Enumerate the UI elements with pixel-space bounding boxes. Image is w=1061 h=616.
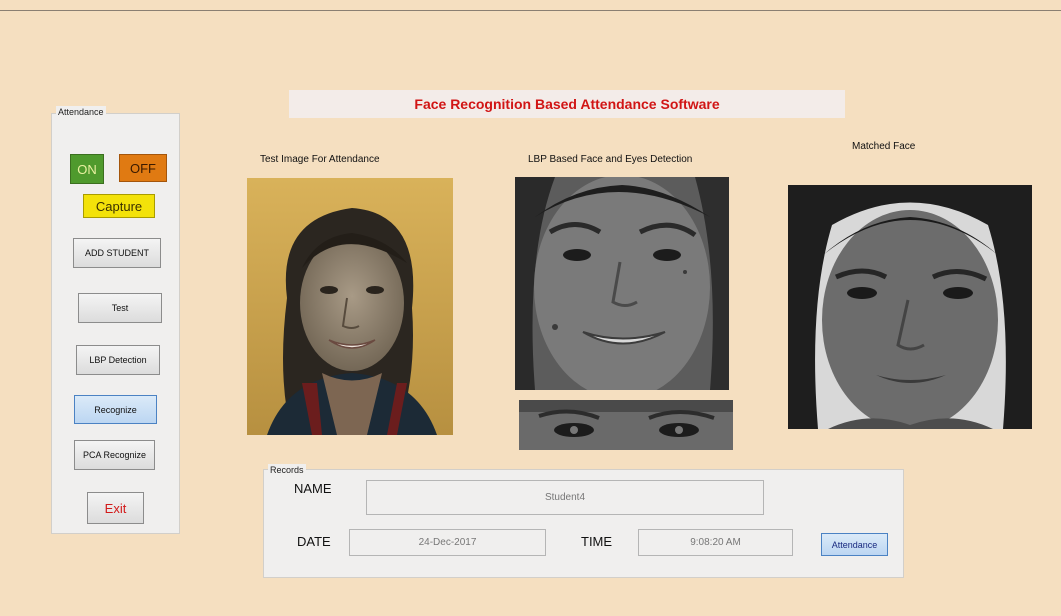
time-label: TIME: [581, 534, 613, 549]
date-field[interactable]: 24-Dec-2017: [349, 529, 546, 556]
test-image-caption: Test Image For Attendance: [260, 154, 380, 165]
window-top-border: [0, 0, 1061, 11]
name-label: NAME: [294, 481, 332, 496]
lbp-detection-caption: LBP Based Face and Eyes Detection: [528, 154, 693, 165]
recognize-button[interactable]: Recognize: [74, 395, 157, 424]
capture-button[interactable]: Capture: [83, 194, 155, 218]
test-button[interactable]: Test: [78, 293, 162, 323]
add-student-button[interactable]: ADD STUDENT: [73, 238, 161, 268]
test-image: [247, 178, 453, 435]
date-label: DATE: [297, 534, 331, 549]
attendance-panel: Attendance ON OFF Capture ADD STUDENT Te…: [51, 106, 180, 534]
eyes-detection-image: [519, 400, 733, 450]
exit-button[interactable]: Exit: [87, 492, 144, 524]
matched-face-caption: Matched Face: [852, 141, 916, 152]
name-field[interactable]: Student4: [366, 480, 764, 515]
matched-face-image: [788, 185, 1032, 429]
time-field[interactable]: 9:08:20 AM: [638, 529, 793, 556]
pca-recognize-button[interactable]: PCA Recognize: [74, 440, 155, 470]
off-button[interactable]: OFF: [119, 154, 167, 182]
page-title: Face Recognition Based Attendance Softwa…: [289, 90, 845, 118]
on-button[interactable]: ON: [70, 154, 104, 184]
attendance-panel-title: Attendance: [56, 106, 106, 118]
attendance-button[interactable]: Attendance: [821, 533, 888, 556]
lbp-detection-button[interactable]: LBP Detection: [76, 345, 160, 375]
records-panel-title: Records: [268, 464, 306, 476]
lbp-face-image: [515, 177, 729, 390]
records-panel: Records NAME Student4 DATE 24-Dec-2017 T…: [263, 464, 904, 578]
